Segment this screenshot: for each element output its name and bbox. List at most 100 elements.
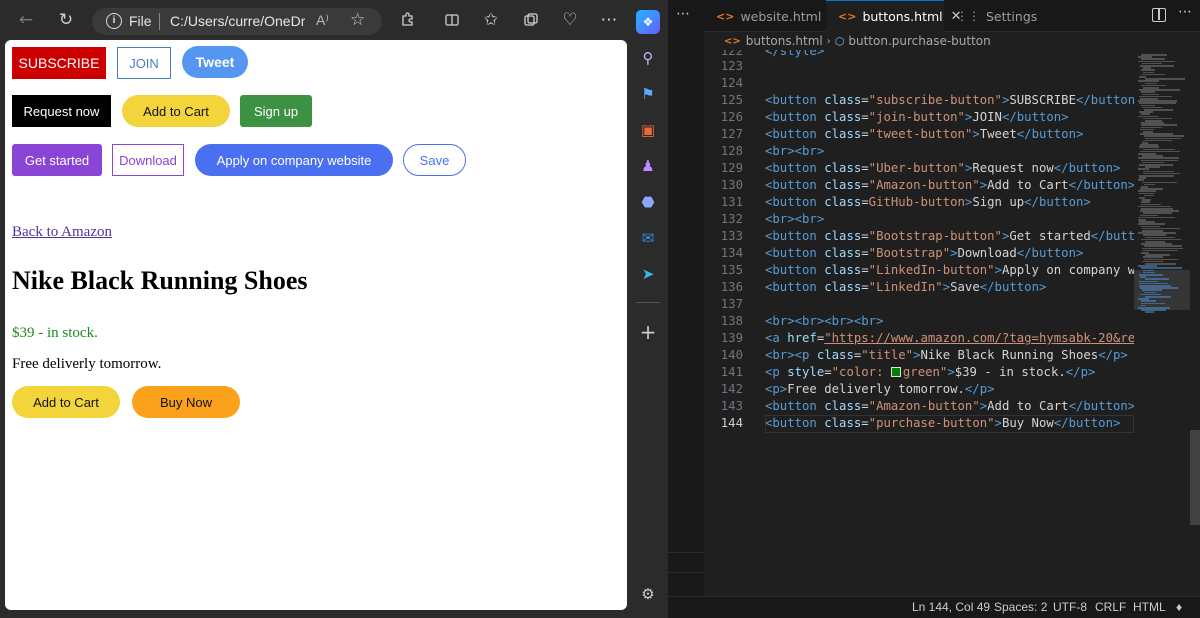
address-divider	[159, 13, 160, 30]
settings-sliders-icon: ⋮⋮	[956, 9, 980, 23]
download-button[interactable]: Download	[112, 144, 184, 176]
info-icon[interactable]: i	[106, 13, 122, 29]
line-number: 144	[720, 416, 743, 430]
activity-divider-2	[668, 572, 704, 573]
html-file-icon: <>	[724, 35, 741, 47]
line-number: 132	[720, 212, 743, 226]
line-number: 130	[720, 178, 743, 192]
code-line: 143 <button class="Amazon-button">Add to …	[704, 398, 1134, 415]
favorite-star-icon[interactable]: ☆	[350, 10, 365, 30]
minimap[interactable]	[1134, 50, 1190, 596]
code-line-current: 144 <button class="purchase-button">Buy N…	[704, 415, 1134, 433]
address-scheme: File	[129, 13, 152, 29]
split-editor-icon[interactable]	[1152, 8, 1166, 22]
tweet-button[interactable]: Tweet	[182, 46, 248, 78]
code-line: 142 <p>Free deliverly tomorrow.</p>	[704, 381, 1134, 398]
search-icon[interactable]: ⚲	[636, 46, 660, 70]
vertical-scrollbar[interactable]	[1190, 50, 1200, 596]
tools-briefcase-icon[interactable]: ▣	[636, 118, 660, 142]
minimap-line	[1145, 311, 1154, 313]
symbol-cube-icon: ⬡	[834, 34, 845, 48]
code-line: 138 <br><br><br><br>	[704, 313, 1134, 330]
scrollbar-thumb[interactable]	[1190, 430, 1200, 525]
line-number: 125	[720, 93, 743, 107]
bell-icon[interactable]: ♦	[1176, 600, 1182, 614]
line-number: 126	[720, 110, 743, 124]
request-now-button[interactable]: Request now	[12, 95, 111, 127]
split-screen-icon[interactable]	[440, 8, 464, 32]
browser-essentials-icon[interactable]: ♡	[558, 8, 582, 32]
code-line: 135 <button class="LinkedIn-button">Apply…	[704, 262, 1134, 279]
add-to-cart-button[interactable]: Add to Cart	[12, 386, 120, 418]
add-to-cart-button-top[interactable]: Add to Cart	[122, 95, 230, 127]
back-arrow-icon[interactable]: ←	[14, 8, 38, 32]
microsoft-365-icon[interactable]: ⬣	[636, 190, 660, 214]
code-line: 123	[704, 58, 1134, 75]
code-line: 128 <br><br>	[704, 143, 1134, 160]
gear-icon[interactable]: ⚙	[636, 582, 660, 606]
line-number: 141	[720, 365, 743, 379]
copilot-icon[interactable]: ❖	[636, 10, 660, 34]
code-line: 130 <button class="Amazon-button">Add to …	[704, 177, 1134, 194]
join-button[interactable]: JOIN	[117, 47, 171, 79]
refresh-icon[interactable]: ↻	[54, 8, 78, 32]
activity-divider	[668, 552, 704, 553]
line-number: 129	[720, 161, 743, 175]
code-line: 140 <br><p class="title">Nike Black Runni…	[704, 347, 1134, 364]
line-number: 124	[720, 76, 743, 90]
apply-button[interactable]: Apply on company website	[195, 144, 393, 176]
address-path: C:/Users/curre/OneDri...	[170, 13, 305, 29]
address-bar[interactable]: i File C:/Users/curre/OneDri... A⁾ ☆	[92, 8, 382, 35]
shopping-tag-icon[interactable]: ⚑	[636, 82, 660, 106]
read-aloud-icon[interactable]: A⁾	[316, 12, 329, 29]
sidebar-divider	[636, 302, 660, 303]
editor-tabs: <> website.html <> buttons.html ✕ ⋮⋮ Set…	[704, 0, 1200, 32]
indentation[interactable]: Spaces: 2	[994, 600, 1047, 614]
add-icon[interactable]: +	[636, 320, 660, 344]
more-actions-icon[interactable]: ⋯	[1178, 4, 1192, 20]
breadcrumb-symbol[interactable]: button.purchase-button	[848, 34, 990, 48]
code-editor[interactable]: 122 </style> 123 124 125 <button class="su…	[704, 50, 1134, 596]
cursor-position[interactable]: Ln 144, Col 49	[912, 600, 990, 614]
save-button[interactable]: Save	[403, 144, 466, 176]
drop-icon[interactable]: ➤	[636, 262, 660, 286]
line-number: 134	[720, 246, 743, 260]
more-actions-icon[interactable]: ⋯	[676, 6, 690, 22]
games-icon[interactable]: ♟	[636, 154, 660, 178]
collections-icon[interactable]	[519, 8, 543, 32]
browser-sidebar: ❖ ⚲ ⚑ ▣ ♟ ⬣ ✉ ➤ + ⚙	[628, 10, 668, 618]
minimap-line	[1144, 194, 1154, 197]
sign-up-button[interactable]: Sign up	[240, 95, 312, 127]
breadcrumb-file[interactable]: buttons.html	[746, 34, 823, 48]
line-number: 143	[720, 399, 743, 413]
code-line: 129 <button class="Uber-button">Request n…	[704, 160, 1134, 177]
browser-window: ← ↻ i File C:/Users/curre/OneDri... A⁾ ☆…	[0, 0, 668, 618]
code-line: 137	[704, 296, 1134, 313]
line-number: 123	[720, 59, 743, 73]
code-line: 132 <br><br>	[704, 211, 1134, 228]
code-line: 136 <button class="LinkedIn">Save</button…	[704, 279, 1134, 296]
line-ending[interactable]: CRLF	[1095, 600, 1126, 614]
activity-bar: ⋯	[668, 0, 704, 596]
line-number: 138	[720, 314, 743, 328]
outlook-icon[interactable]: ✉	[636, 226, 660, 250]
tab-settings[interactable]: ⋮⋮ Settings	[944, 0, 1054, 32]
breadcrumb: <> buttons.html › ⬡ button.purchase-butt…	[704, 32, 1200, 50]
tab-buttons-html[interactable]: <> buttons.html ✕	[826, 0, 962, 32]
html-file-icon: <>	[838, 10, 857, 23]
line-number: 135	[720, 263, 743, 277]
line-number: 131	[720, 195, 743, 209]
language-mode[interactable]: HTML	[1133, 600, 1166, 614]
get-started-button[interactable]: Get started	[12, 144, 102, 176]
subscribe-button[interactable]: SUBSCRIBE	[12, 47, 106, 79]
tab-website-html[interactable]: <> website.html	[704, 0, 826, 32]
back-to-amazon-link[interactable]: Back to Amazon	[12, 224, 112, 241]
code-line: 139 <a href="https://www.amazon.com/?tag=…	[704, 330, 1134, 347]
favorites-icon[interactable]: ✩	[479, 8, 503, 32]
encoding[interactable]: UTF-8	[1053, 600, 1087, 614]
buy-now-button[interactable]: Buy Now	[132, 386, 240, 418]
line-number: 127	[720, 127, 743, 141]
settings-more-icon[interactable]: ⋯	[597, 8, 621, 32]
extensions-icon[interactable]	[396, 8, 420, 32]
line-number: 137	[720, 297, 743, 311]
